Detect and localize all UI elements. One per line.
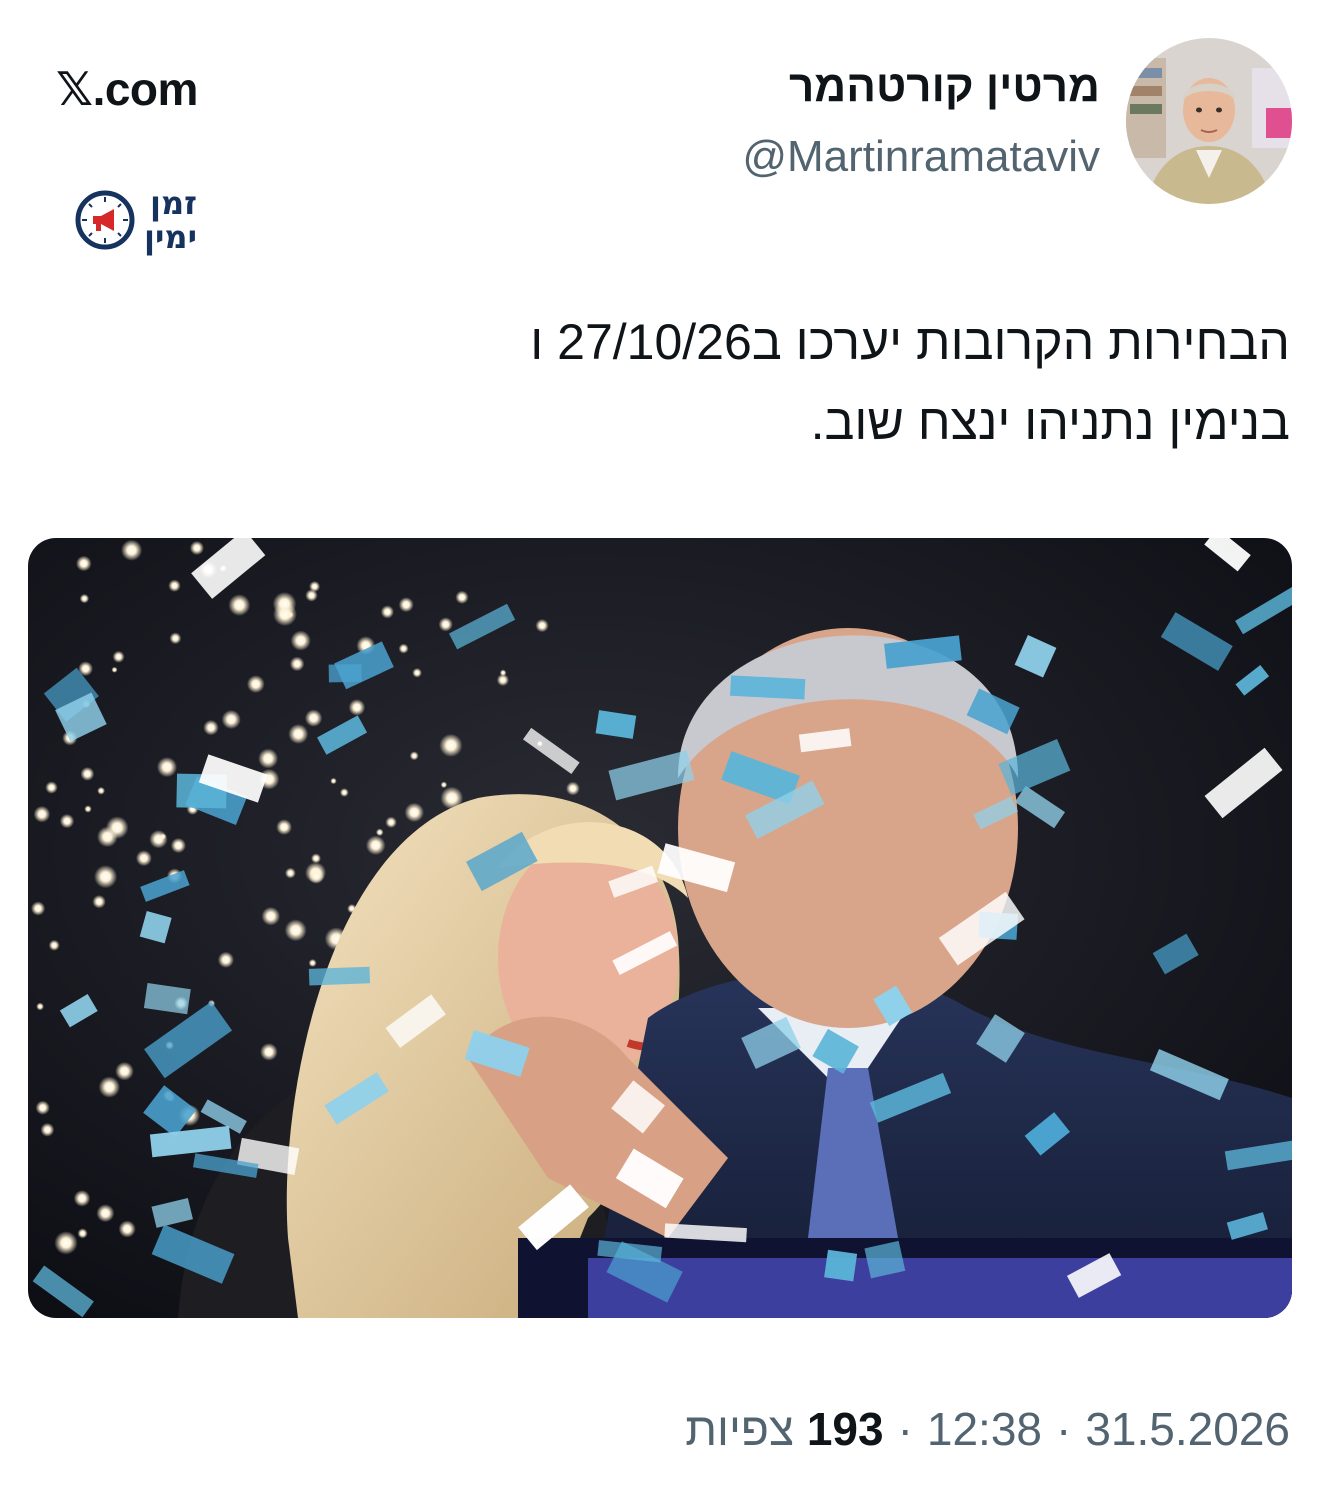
author-handle[interactable]: @Martinramataviv [742, 132, 1100, 182]
firework-spark [84, 805, 92, 813]
confetti-piece [730, 675, 806, 700]
tweet-line: בנימין נתניהו ינצח שוב. [810, 394, 1290, 450]
firework-spark [80, 767, 95, 781]
author-display-name[interactable]: מרטין קורטהמר [789, 62, 1100, 112]
firework-spark [35, 1100, 50, 1115]
brand-wordmark: זמן ימין [144, 184, 197, 256]
firework-spark [79, 593, 90, 604]
firework-spark [440, 781, 448, 789]
firework-spark [258, 748, 279, 769]
firework-spark [92, 895, 106, 909]
firework-spark [285, 867, 296, 879]
firework-spark [288, 724, 309, 744]
firework-spark [305, 589, 318, 602]
firework-spark [455, 590, 469, 604]
firework-spark [290, 630, 311, 651]
confetti-piece [824, 1249, 858, 1282]
firework-spark [330, 777, 337, 785]
tweet-text: הבחירות הקרובות יערכו ב27/10/26 ו בנימין… [290, 302, 1290, 462]
firework-spark [272, 592, 297, 616]
firework-spark [398, 597, 414, 613]
firework-spark [159, 833, 167, 840]
meta-separator: · [1056, 1403, 1072, 1455]
firework-spark [221, 709, 241, 730]
firework-spark [348, 699, 366, 716]
clock-megaphone-icon [75, 190, 135, 250]
firework-spark [135, 850, 152, 867]
avatar[interactable] [1126, 38, 1292, 204]
celebration-confetti-photo [28, 538, 1292, 1318]
firework-spark [535, 619, 549, 633]
firework-spark [412, 668, 422, 678]
firework-spark [261, 906, 281, 926]
firework-spark [404, 802, 424, 823]
firework-spark [73, 1190, 91, 1207]
firework-spark [59, 813, 75, 829]
firework-spark [375, 828, 384, 837]
firework-spark [365, 835, 386, 856]
firework-spark [156, 757, 178, 778]
firework-spark [311, 853, 321, 864]
firework-spark [308, 959, 317, 967]
firework-spark [566, 781, 580, 796]
firework-spark [105, 816, 129, 839]
firework-spark [203, 719, 219, 736]
firework-spark [439, 733, 463, 757]
tweet-date[interactable]: 31.5.2026 [1085, 1402, 1290, 1456]
tweet-time[interactable]: 12:38 [927, 1402, 1042, 1456]
x-logo-icon: 𝕏 [56, 62, 93, 116]
firework-spark [228, 594, 251, 616]
firework-spark [304, 709, 323, 727]
firework-spark [33, 805, 51, 823]
firework-spark [385, 816, 397, 828]
firework-spark [438, 617, 453, 632]
firework-spark [115, 1061, 134, 1081]
firework-spark [98, 1076, 121, 1098]
firework-spark [45, 781, 58, 794]
brand-logo: זמן ימין [74, 186, 197, 254]
profile-photo [1126, 38, 1292, 204]
firework-spark [168, 579, 181, 592]
firework-spark [169, 632, 182, 645]
firework-spark [48, 939, 60, 951]
firework-spark [76, 555, 92, 572]
firework-spark [189, 540, 204, 556]
firework-spark [289, 656, 305, 672]
firework-spark [339, 788, 349, 797]
firework-spark [94, 865, 118, 889]
tweet-meta: 31.5.2026 · 12:38 · 193 צפיות [685, 1402, 1290, 1456]
firework-spark [96, 1204, 115, 1223]
firework-spark [308, 868, 325, 884]
firework-spark [97, 786, 105, 795]
firework-spark [260, 1043, 278, 1061]
firework-spark [276, 819, 292, 835]
firework-spark [409, 751, 419, 761]
firework-spark [380, 605, 394, 619]
firework-spark [246, 675, 265, 693]
firework-spark [170, 837, 186, 854]
meta-separator: · [897, 1403, 913, 1455]
tweet-photo[interactable] [28, 538, 1292, 1318]
firework-spark [31, 901, 46, 916]
confetti-piece [308, 966, 371, 986]
tweet-line: הבחירות הקרובות יערכו ב27/10/26 ו [530, 314, 1290, 370]
firework-spark [217, 951, 234, 968]
firework-spark [54, 1231, 78, 1255]
firework-spark [77, 1228, 88, 1239]
firework-spark [398, 643, 409, 654]
firework-spark [111, 666, 118, 673]
firework-spark [40, 1122, 55, 1137]
site-domain: 𝕏.com [56, 62, 198, 116]
firework-spark [284, 919, 307, 942]
firework-spark [118, 1220, 136, 1238]
firework-spark [36, 1002, 44, 1011]
firework-spark [112, 650, 125, 663]
firework-spark [496, 673, 509, 687]
views-count: 193 צפיות [685, 1403, 884, 1455]
firework-spark [121, 539, 143, 561]
